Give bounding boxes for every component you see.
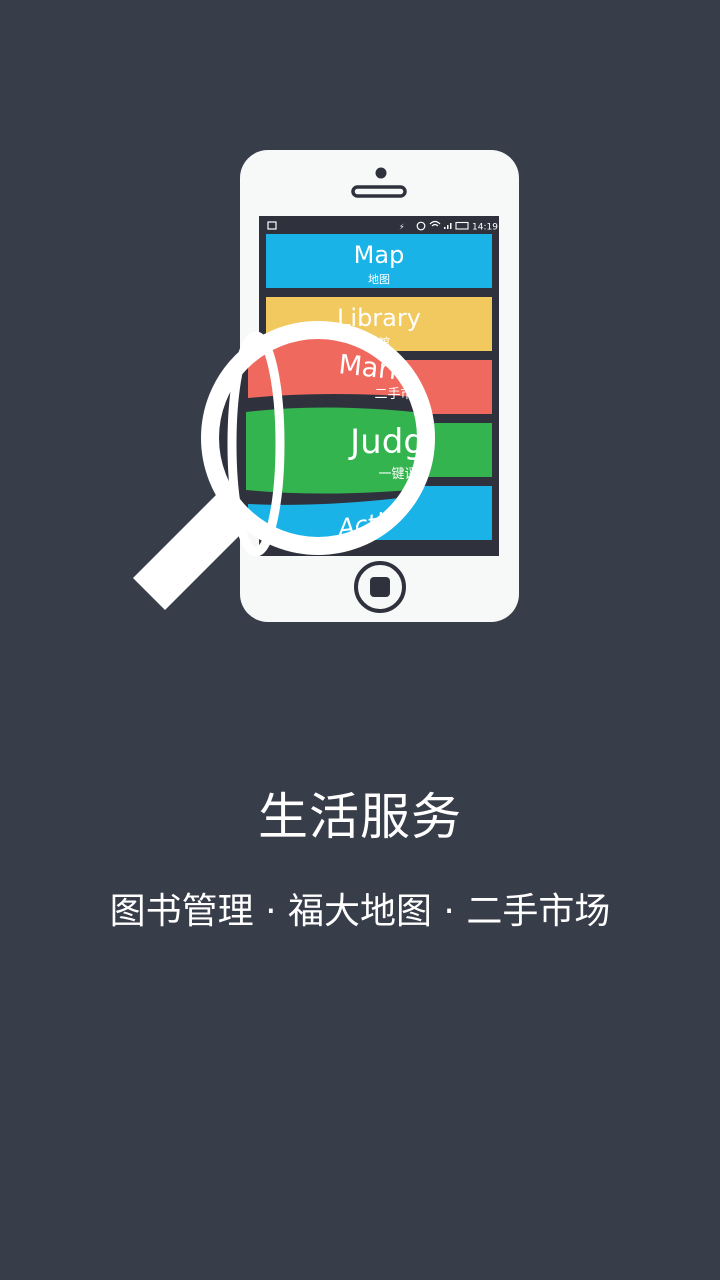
phone-magnifier-illustration: ⚡ 14:19 Map 地图 Library 书馆 Market 二手市 Jud… xyxy=(0,0,720,680)
tile-map: Map 地图 xyxy=(266,234,492,288)
phone-home-square xyxy=(370,577,390,597)
page-title: 生活服务 xyxy=(258,788,462,846)
tile-map-label: Map xyxy=(354,241,405,269)
page-subtitle: 图书管理 · 福大地图 · 二手市场 xyxy=(109,891,611,932)
alarm-icon: ⚡ xyxy=(399,223,405,232)
phone-camera-dot xyxy=(375,167,387,179)
status-time: 14:19 xyxy=(472,223,498,233)
tile-map-sublabel: 地图 xyxy=(368,273,390,286)
